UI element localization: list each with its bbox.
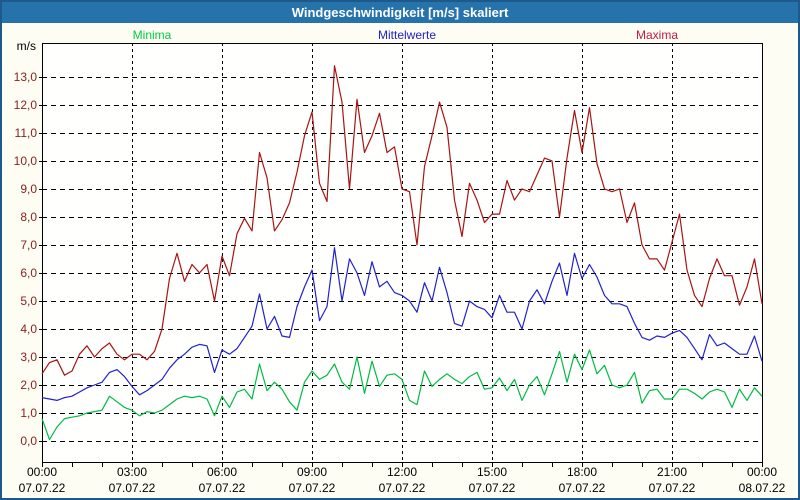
y-tick-label: 0,0 — [20, 434, 37, 448]
y-tick-label: 10,0 — [14, 154, 38, 168]
wind-speed-chart: 0,0 1,0 2,0 3,0 4,0 5,0 6,0 7,0 8,0 9,0 10,0 11,0 12… — [14, 43, 786, 495]
x-tick-date-label: 07.07.22 — [109, 481, 156, 495]
y-tick-label: 4,0 — [20, 322, 37, 336]
x-tick-time-label: 15:00 — [477, 465, 507, 479]
x-tick-date-label: 07.07.22 — [289, 481, 336, 495]
x-tick-date-label: 07.07.22 — [649, 481, 696, 495]
x-tick-time-label: 21:00 — [657, 465, 687, 479]
x-tick-date-label: 07.07.22 — [379, 481, 426, 495]
x-tick-date-label: 07.07.22 — [559, 481, 606, 495]
y-tick-label: 2,0 — [20, 378, 37, 392]
y-tick-label: 5,0 — [20, 294, 37, 308]
x-tick-time-label: 00:00 — [747, 465, 777, 479]
x-tick-time-label: 12:00 — [387, 465, 417, 479]
x-tick-time-label: 09:00 — [297, 465, 327, 479]
y-tick-label: 3,0 — [20, 350, 37, 364]
y-tick-label: 6,0 — [20, 266, 37, 280]
app-window: Windgeschwindigkeit [m/s] skaliert Minim… — [0, 0, 800, 500]
x-tick-date-label: 07.07.22 — [469, 481, 516, 495]
y-tick-label: 13,0 — [14, 70, 38, 84]
x-tick-time-label: 06:00 — [207, 465, 237, 479]
x-tick-date-label: 07.07.22 — [199, 481, 246, 495]
y-tick-label: 8,0 — [20, 210, 37, 224]
y-tick-label: 7,0 — [20, 238, 37, 252]
x-tick-date-label: 08.07.22 — [739, 481, 786, 495]
y-tick-label: 12,0 — [14, 98, 38, 112]
y-tick-label: 11,0 — [15, 126, 38, 140]
x-tick-date-label: 07.07.22 — [19, 481, 66, 495]
y-tick-label: 1,0 — [20, 406, 37, 420]
y-tick-label: 9,0 — [20, 182, 37, 196]
x-tick-time-label: 18:00 — [567, 465, 597, 479]
x-tick-time-label: 03:00 — [117, 465, 147, 479]
x-tick-time-label: 00:00 — [27, 465, 57, 479]
